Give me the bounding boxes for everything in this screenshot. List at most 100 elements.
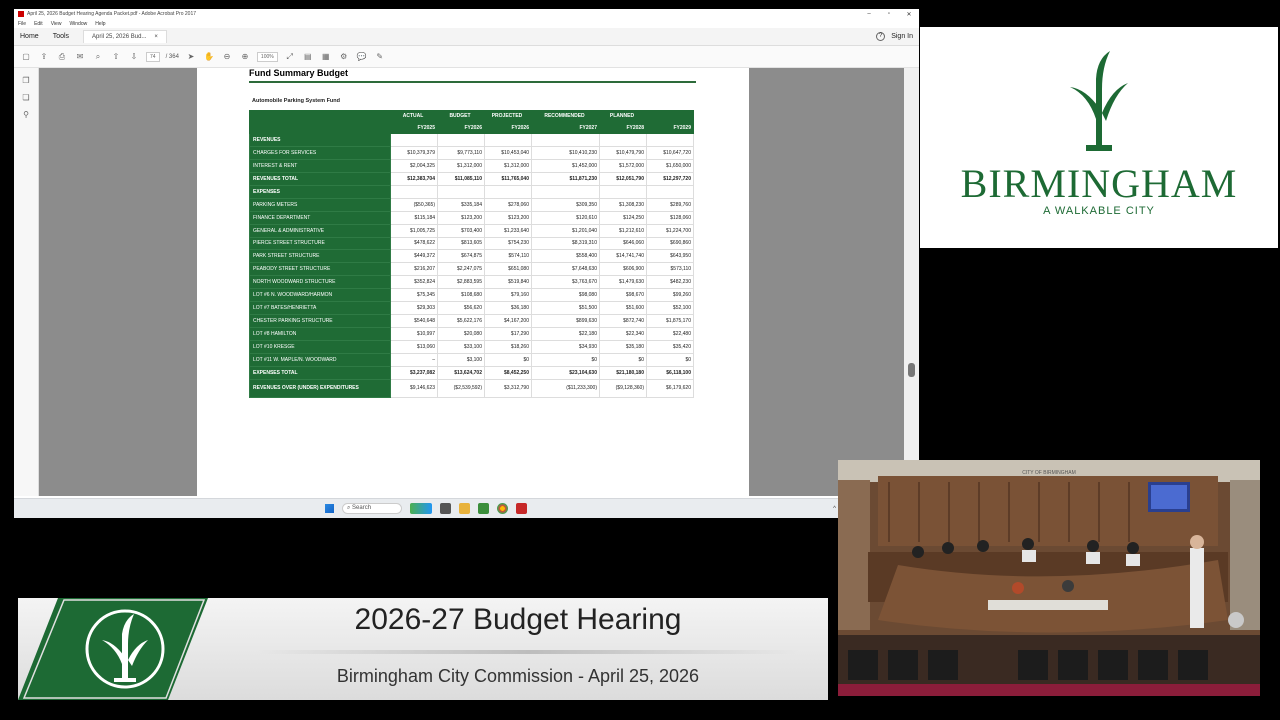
row-value: $3,763,670 bbox=[531, 275, 600, 290]
row-value: $7,648,630 bbox=[531, 262, 600, 277]
row-value: $352,824 bbox=[390, 275, 438, 290]
zoom-level-select[interactable]: 100% bbox=[256, 51, 278, 62]
row-value: $34,930 bbox=[531, 340, 600, 354]
row-value: $449,372 bbox=[390, 249, 438, 264]
row-value bbox=[646, 133, 694, 147]
tab-document[interactable]: April 25, 2026 Bud... × bbox=[83, 30, 167, 43]
close-tab-icon[interactable]: × bbox=[154, 34, 158, 40]
row-value: $872,740 bbox=[599, 314, 647, 329]
row-label: PIERCE STREET STRUCTURE bbox=[249, 236, 391, 251]
row-value: $10,647,720 bbox=[646, 145, 694, 160]
search-icon[interactable]: ⌕ bbox=[92, 51, 104, 63]
row-value: $98,670 bbox=[599, 288, 647, 303]
email-icon[interactable]: ✉ bbox=[74, 51, 86, 63]
vertical-scrollbar[interactable] bbox=[904, 68, 919, 496]
fit-page-icon[interactable]: ⤢ bbox=[284, 51, 296, 63]
attachments-icon[interactable]: ⚲ bbox=[23, 110, 29, 119]
row-value: $10,410,230 bbox=[531, 145, 600, 160]
tray-overflow-icon[interactable]: ^ bbox=[833, 506, 836, 512]
taskbar-search[interactable]: ⌕ Search bbox=[342, 503, 402, 514]
row-value: $1,212,610 bbox=[599, 223, 647, 238]
pen-icon[interactable]: ✎ bbox=[374, 51, 386, 63]
page-number-input[interactable]: 74 bbox=[146, 51, 160, 62]
column-header: RECOMMENDED bbox=[531, 110, 600, 122]
menu-window[interactable]: Window bbox=[69, 21, 87, 27]
scrollbar-thumb[interactable] bbox=[908, 363, 915, 377]
page-view-icon[interactable]: ▦ bbox=[320, 51, 332, 63]
column-year: FY2025 bbox=[390, 121, 438, 134]
row-value: $20,080 bbox=[437, 327, 485, 341]
navigation-rail: ❐ ❏ ⚲ bbox=[14, 68, 39, 496]
zoom-out-icon[interactable]: ⊖ bbox=[221, 51, 233, 63]
close-button[interactable]: ✕ bbox=[899, 11, 919, 18]
row-value: $3,237,082 bbox=[390, 365, 438, 380]
help-icon[interactable]: ? bbox=[876, 32, 886, 41]
menu-edit[interactable]: Edit bbox=[34, 21, 43, 27]
row-value: $289,760 bbox=[646, 197, 694, 212]
menu-help[interactable]: Help bbox=[95, 21, 105, 27]
menu-bar: File Edit View Window Help bbox=[14, 19, 919, 28]
document-viewer[interactable]: Fund Summary Budget Automobile Parking S… bbox=[39, 68, 911, 496]
row-value bbox=[484, 184, 532, 199]
row-value: $1,479,630 bbox=[599, 275, 647, 290]
maximize-button[interactable]: ▫ bbox=[879, 11, 899, 17]
menu-file[interactable]: File bbox=[18, 21, 26, 27]
taskbar-search-label: Search bbox=[352, 505, 372, 511]
row-label: INTEREST & RENT bbox=[249, 158, 391, 173]
row-value: $8,452,250 bbox=[484, 365, 532, 380]
taskbar-widget-icon[interactable] bbox=[410, 503, 432, 514]
year-corner-cell bbox=[249, 121, 391, 134]
create-pdf-icon[interactable]: ▢ bbox=[20, 51, 32, 63]
acrobat-taskbar-icon[interactable] bbox=[516, 503, 527, 514]
page-up-icon[interactable]: ⇧ bbox=[110, 51, 122, 63]
select-tool-icon[interactable]: ➤ bbox=[185, 51, 197, 63]
comment-icon[interactable]: 💬 bbox=[356, 51, 368, 63]
tab-tools[interactable]: Tools bbox=[53, 33, 69, 40]
page-title: Fund Summary Budget bbox=[249, 68, 349, 78]
sign-in-link[interactable]: Sign In bbox=[891, 33, 913, 40]
print-icon[interactable]: ⎙ bbox=[56, 51, 68, 63]
acrobat-app-icon bbox=[18, 11, 24, 17]
row-value: $643,950 bbox=[646, 249, 694, 264]
lower-third-logo-icon bbox=[18, 598, 208, 700]
row-label: FINANCE DEPARTMENT bbox=[249, 210, 391, 225]
file-explorer-icon[interactable] bbox=[459, 503, 470, 514]
windows-start-icon[interactable] bbox=[325, 504, 334, 513]
row-value: $2,247,075 bbox=[437, 262, 485, 277]
row-value: $754,230 bbox=[484, 236, 532, 251]
window-title: April 25, 2026 Budget Hearing Agenda Pac… bbox=[27, 11, 197, 17]
page-down-icon[interactable]: ⇩ bbox=[128, 51, 140, 63]
table-row: INTEREST & RENT $2,004,325 $1,312,000 $1,31… bbox=[249, 158, 694, 173]
row-value: $1,201,040 bbox=[531, 223, 600, 238]
row-value: $10,479,790 bbox=[599, 145, 647, 160]
taskbar-app-icon[interactable] bbox=[478, 503, 489, 514]
row-value: $9,773,110 bbox=[437, 145, 485, 160]
table-row: REVENUES OVER (UNDER) EXPENDITURES $9,146… bbox=[249, 378, 694, 398]
row-value: $36,180 bbox=[484, 301, 532, 316]
row-value bbox=[390, 133, 438, 147]
upload-icon[interactable]: ⇪ bbox=[38, 51, 50, 63]
hand-tool-icon[interactable]: ✋ bbox=[203, 51, 215, 63]
row-value: $606,900 bbox=[599, 262, 647, 277]
table-row: EXPENSES TOTAL $3,237,082 $13,624,702 $8,45… bbox=[249, 365, 694, 380]
table-header-row: ACTUAL BUDGET PROJECTED RECOMMENDED PLANNED bbox=[249, 110, 694, 122]
row-label: REVENUES OVER (UNDER) EXPENDITURES bbox=[249, 378, 391, 398]
page-thumbnails-icon[interactable]: ❐ bbox=[22, 76, 29, 85]
chrome-icon[interactable] bbox=[497, 503, 508, 514]
row-label: GENERAL & ADMINISTRATIVE bbox=[249, 223, 391, 238]
row-value: $899,630 bbox=[531, 314, 600, 329]
menu-view[interactable]: View bbox=[51, 21, 62, 27]
bookmarks-icon[interactable]: ❏ bbox=[22, 93, 29, 102]
task-view-icon[interactable] bbox=[440, 503, 451, 514]
row-value: $540,648 bbox=[390, 314, 438, 329]
row-value: $108,680 bbox=[437, 288, 485, 303]
document-tab-label: April 25, 2026 Bud... bbox=[92, 34, 147, 40]
zoom-in-icon[interactable]: ⊕ bbox=[239, 51, 251, 63]
tab-home[interactable]: Home bbox=[20, 33, 39, 40]
scroll-mode-icon[interactable]: ▤ bbox=[302, 51, 314, 63]
row-value: $115,184 bbox=[390, 210, 438, 225]
row-label: LOT #11 W. MAPLE/N. WOODWARD bbox=[249, 352, 391, 367]
row-value bbox=[531, 133, 600, 147]
minimize-button[interactable]: – bbox=[859, 11, 879, 17]
tools-icon[interactable]: ⚙ bbox=[338, 51, 350, 63]
